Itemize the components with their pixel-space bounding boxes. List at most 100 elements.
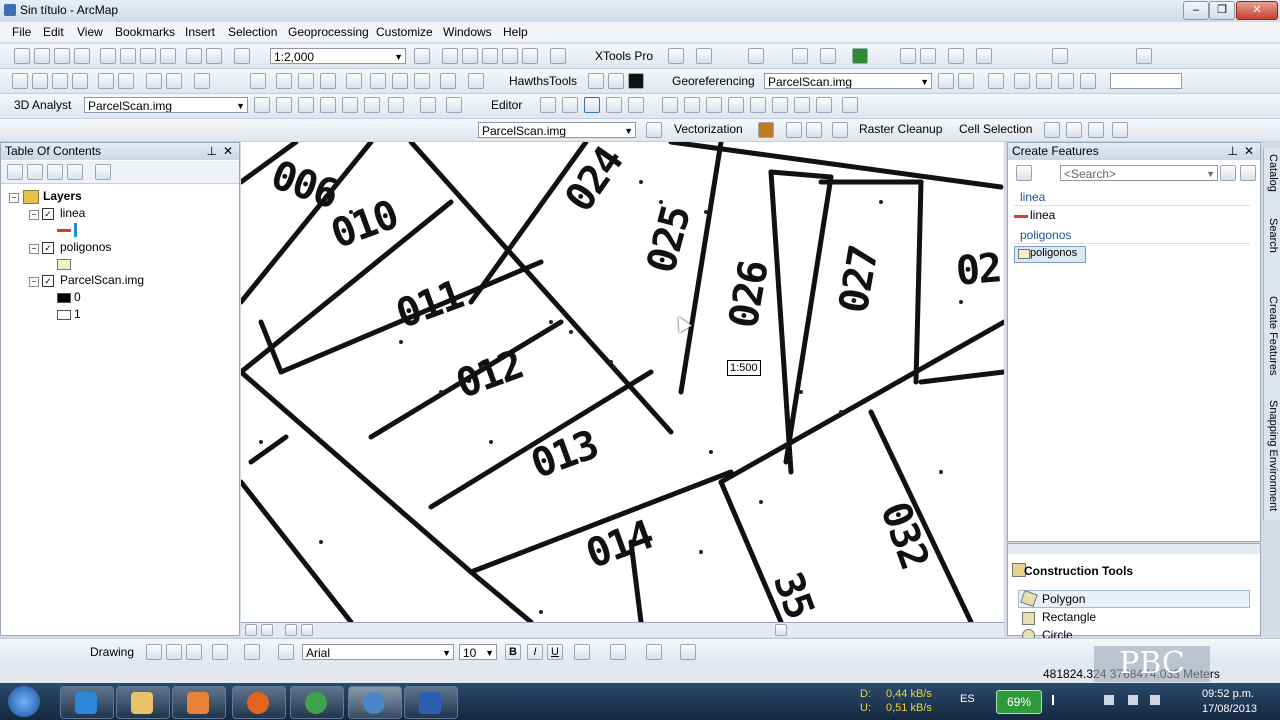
create-viewer-icon[interactable]: [440, 73, 456, 89]
toc-root-layers[interactable]: Layers: [43, 189, 82, 203]
copy-icon[interactable]: [120, 48, 136, 64]
html-popup-icon[interactable]: [298, 73, 314, 89]
underline-icon[interactable]: U: [547, 644, 563, 660]
attributes-icon[interactable]: [772, 97, 788, 113]
layer-visibility-checkbox[interactable]: ✓: [42, 242, 54, 254]
vectorization-trace-icon[interactable]: [758, 122, 774, 138]
shape-recognition-icon[interactable]: [786, 122, 802, 138]
save-icon[interactable]: [54, 48, 70, 64]
cell-area-icon[interactable]: [1112, 122, 1128, 138]
taskbar-ie[interactable]: [60, 686, 114, 719]
hawths-tool-icon[interactable]: [608, 73, 624, 89]
xtools-tool-icon[interactable]: [1052, 48, 1068, 64]
line-color-icon[interactable]: [646, 644, 662, 660]
layer-visibility-checkbox[interactable]: ✓: [42, 208, 54, 220]
pause-drawing-icon[interactable]: [301, 624, 313, 636]
xtools-pro-menu[interactable]: XTools Pro: [595, 49, 653, 63]
select-elements-icon[interactable]: [250, 73, 266, 89]
raster-snapping-options-icon[interactable]: [646, 122, 662, 138]
straight-segment-icon[interactable]: [584, 97, 600, 113]
input-language[interactable]: ES: [960, 693, 975, 705]
profile-graph-icon[interactable]: [388, 97, 404, 113]
edit-vertices-icon[interactable]: [278, 644, 294, 660]
info-green-icon[interactable]: [852, 48, 868, 64]
line-symbol-blue[interactable]: [74, 223, 77, 237]
editor-toolbar-icon[interactable]: [414, 48, 430, 64]
redo-icon[interactable]: [206, 48, 222, 64]
view-link-table-icon[interactable]: [1080, 73, 1096, 89]
volume-icon[interactable]: [1128, 695, 1138, 705]
python-window-icon[interactable]: [522, 48, 538, 64]
georeferencing-layer-select[interactable]: ParcelScan.img ▼: [764, 73, 932, 89]
table-tool-icon[interactable]: [696, 48, 712, 64]
georef-value-input[interactable]: [1110, 73, 1182, 89]
rotate-icon[interactable]: [938, 73, 954, 89]
tab-snapping-environment[interactable]: Snapping Environment: [1265, 400, 1279, 518]
vectorization-pencil-icon[interactable]: [806, 122, 822, 138]
show-hidden-icons[interactable]: [1052, 695, 1064, 705]
interpolate-point-icon[interactable]: [298, 97, 314, 113]
menu-windows[interactable]: Windows: [443, 25, 492, 39]
menu-file[interactable]: File: [12, 25, 31, 39]
auto-registration-icon[interactable]: [1014, 73, 1030, 89]
create-features-window-icon[interactable]: [816, 97, 832, 113]
action-center-icon[interactable]: [1150, 695, 1160, 705]
zoom-in-icon[interactable]: [12, 73, 28, 89]
model-builder-icon[interactable]: [550, 48, 566, 64]
new-document-icon[interactable]: [14, 48, 30, 64]
arcscene-icon[interactable]: [420, 97, 436, 113]
map-scrollbar[interactable]: [241, 622, 1004, 637]
rotate-element-icon[interactable]: [166, 644, 182, 660]
toc-layer-poligonos[interactable]: poligonos: [60, 240, 111, 254]
scroll-thumb[interactable]: [775, 624, 787, 636]
font-color-icon[interactable]: [574, 644, 590, 660]
find-connected-cells-icon[interactable]: [1066, 122, 1082, 138]
interpolate-line-icon[interactable]: [320, 97, 336, 113]
add-control-points-icon[interactable]: [988, 73, 1004, 89]
open-folder-icon[interactable]: [34, 48, 50, 64]
zoom-to-selected-elements-icon[interactable]: [186, 644, 202, 660]
raster-cleanup-menu[interactable]: Raster Cleanup: [859, 122, 942, 136]
catalog-window-icon[interactable]: [462, 48, 478, 64]
clear-search-icon[interactable]: [1240, 165, 1256, 181]
taskbar-arcmap[interactable]: [348, 686, 402, 719]
close-icon[interactable]: ✕: [223, 143, 233, 160]
delete-icon[interactable]: [160, 48, 176, 64]
splitter[interactable]: [1008, 544, 1260, 554]
xtools-tool-icon[interactable]: [748, 48, 764, 64]
taskbar-word[interactable]: [404, 686, 458, 719]
pin-icon[interactable]: ⊥: [207, 143, 217, 160]
tab-create-features[interactable]: Create Features: [1265, 296, 1279, 396]
organize-templates-icon[interactable]: [1016, 165, 1032, 181]
fill-color-icon[interactable]: [610, 644, 626, 660]
line-of-sight-icon[interactable]: [364, 97, 380, 113]
editor-more-icon[interactable]: [842, 97, 858, 113]
go-to-xy-icon[interactable]: [392, 73, 408, 89]
search-window-icon[interactable]: [482, 48, 498, 64]
menu-insert[interactable]: Insert: [185, 25, 215, 39]
collapse-icon[interactable]: −: [29, 277, 39, 287]
template-item-poligonos[interactable]: poligonos: [1030, 247, 1077, 259]
select-link-icon[interactable]: [1036, 73, 1052, 89]
rectangle-draw-icon[interactable]: [212, 644, 228, 660]
template-item-linea[interactable]: linea: [1030, 208, 1055, 222]
refresh-icon[interactable]: [285, 624, 297, 636]
layer-visibility-checkbox[interactable]: ✓: [42, 275, 54, 287]
select-features-icon[interactable]: [194, 73, 210, 89]
layout-view-icon[interactable]: [261, 624, 273, 636]
cut-polygons-icon[interactable]: [706, 97, 722, 113]
hawths-tool-icon[interactable]: [628, 73, 644, 89]
georeferencing-menu[interactable]: Georeferencing: [672, 74, 755, 88]
text-tool-icon[interactable]: [244, 644, 260, 660]
time-slider-icon[interactable]: [414, 73, 430, 89]
list-by-drawing-order-icon[interactable]: [7, 164, 23, 180]
trace-icon[interactable]: [628, 97, 644, 113]
3d-analyst-menu[interactable]: 3D Analyst: [14, 98, 71, 112]
undo-icon[interactable]: [186, 48, 202, 64]
rotate-feature-icon[interactable]: [750, 97, 766, 113]
measure-icon[interactable]: [320, 73, 336, 89]
collapse-icon[interactable]: −: [29, 210, 39, 220]
minimize-button[interactable]: –: [1183, 1, 1209, 20]
construction-tool-rectangle[interactable]: Rectangle: [1042, 610, 1096, 624]
find-binoculars-icon[interactable]: [370, 73, 386, 89]
